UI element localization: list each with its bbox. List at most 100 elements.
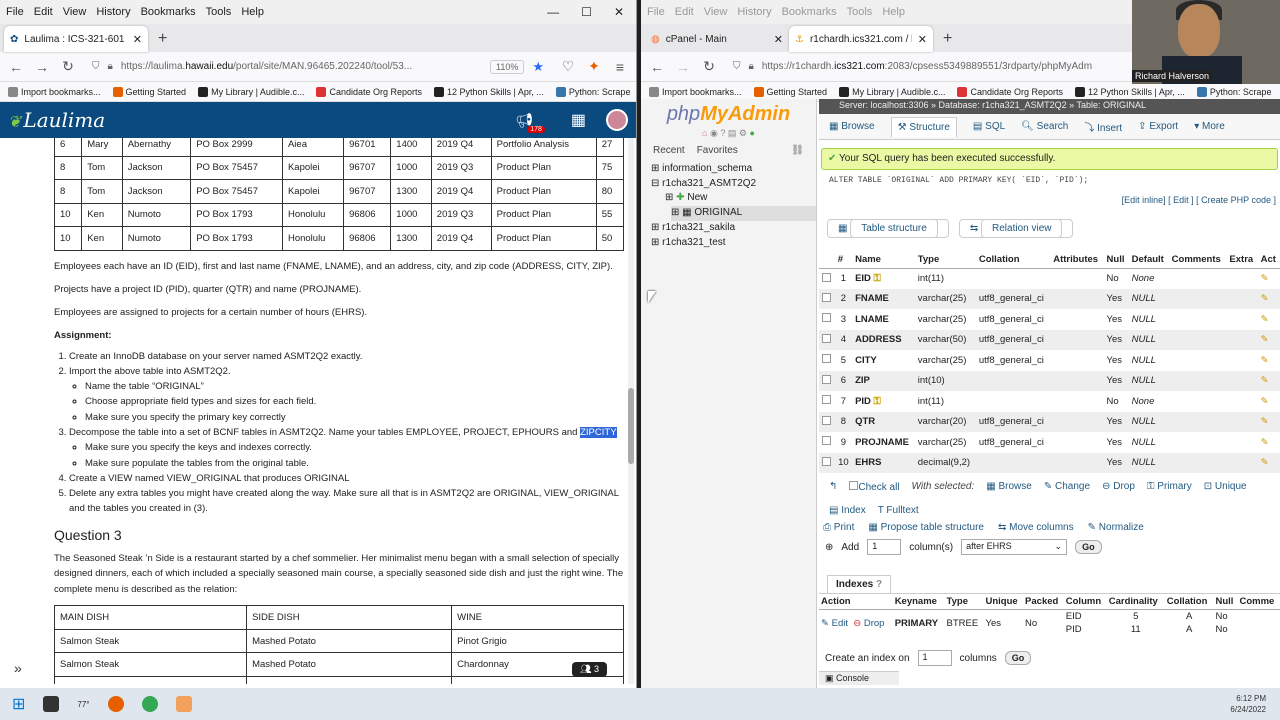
close-tab-icon[interactable]: ✕ bbox=[133, 33, 142, 46]
position-select[interactable]: after EHRS ⌄ bbox=[961, 539, 1068, 555]
bookmark-item[interactable]: Import bookmarks... bbox=[8, 86, 101, 97]
change-icon[interactable]: ✎ bbox=[1257, 329, 1280, 350]
tab-phpmyadmin[interactable]: ⚓︎ r1chardh.ics321.com / localhos ✕ bbox=[789, 26, 933, 52]
breadcrumb[interactable]: Server: localhost:3306 » Database: r1cha… bbox=[819, 99, 1280, 114]
favorites-tab[interactable]: Favorites bbox=[697, 145, 738, 156]
link-icon[interactable]: ⛓ bbox=[791, 145, 804, 156]
firefox-icon[interactable] bbox=[107, 696, 124, 712]
tree-item-original[interactable]: ⊞ ▦ ORIGINAL bbox=[671, 206, 816, 221]
action-browse[interactable]: ▦ Browse bbox=[986, 481, 1032, 493]
scroll-thumb[interactable] bbox=[628, 388, 634, 464]
shield-icon[interactable]: ⛉ bbox=[733, 61, 741, 72]
change-icon[interactable]: ✎ bbox=[1258, 268, 1280, 289]
task-view-icon[interactable] bbox=[43, 696, 60, 712]
tool-propose-table-structure[interactable]: ▦ Propose table structure bbox=[868, 522, 984, 533]
system-clock[interactable]: 6:12 PM 6/24/2022 bbox=[1230, 693, 1280, 715]
left-scrollbar[interactable] bbox=[628, 138, 634, 684]
forward-icon[interactable]: → bbox=[675, 59, 691, 75]
menu-history[interactable]: History bbox=[737, 6, 771, 18]
row-checkbox[interactable] bbox=[822, 456, 831, 466]
check-all[interactable]: Check all bbox=[849, 481, 900, 493]
pocket-icon[interactable]: ♡ bbox=[560, 58, 576, 75]
notifications-icon[interactable]: 📢︎178 bbox=[515, 112, 550, 133]
zoom-indicator[interactable]: 110% bbox=[489, 59, 525, 74]
create-index-go-button[interactable]: Go bbox=[1004, 651, 1032, 665]
menu-view[interactable]: View bbox=[63, 6, 87, 18]
tab-browse[interactable]: ▦ Browse bbox=[829, 121, 875, 132]
bookmark-item[interactable]: Getting Started bbox=[753, 86, 827, 97]
action-unique[interactable]: ⊡ Unique bbox=[1204, 481, 1247, 493]
change-icon[interactable]: ✎ bbox=[1258, 432, 1280, 453]
action-primary[interactable]: ⚿ Primary bbox=[1147, 481, 1192, 493]
bookmark-item[interactable]: My Library | Audible.c... bbox=[198, 86, 304, 97]
menu-help[interactable]: Help bbox=[882, 6, 905, 18]
action-change[interactable]: ✎ Change bbox=[1044, 481, 1090, 493]
menu-icon[interactable]: ≡ bbox=[612, 59, 628, 75]
settings-icon[interactable]: ⚙ bbox=[739, 128, 747, 138]
tab-insert[interactable]: ⤵ Insert bbox=[1084, 119, 1122, 134]
bookmark-item[interactable]: Python: Scrape bbox=[555, 86, 630, 97]
avatar[interactable] bbox=[606, 109, 628, 131]
action-drop[interactable]: ⊖ Drop bbox=[1102, 481, 1135, 493]
menu-edit[interactable]: Edit bbox=[675, 6, 694, 18]
tab-search[interactable]: 🔍︎ Search bbox=[1021, 121, 1068, 132]
recent-tab[interactable]: Recent bbox=[653, 145, 685, 156]
bookmark-item[interactable]: Python: Scrape bbox=[1196, 86, 1271, 97]
tab-more[interactable]: ▾ More bbox=[1194, 121, 1225, 132]
menu-file[interactable]: File bbox=[647, 6, 665, 18]
maximize-icon[interactable]: ☐ bbox=[581, 5, 592, 19]
extension-icon[interactable]: ✦ bbox=[586, 58, 602, 75]
change-icon[interactable]: ✎ bbox=[1257, 370, 1280, 391]
bookmark-item[interactable]: My Library | Audible.c... bbox=[839, 86, 945, 97]
menu-file[interactable]: File bbox=[6, 6, 24, 18]
close-icon[interactable]: ✕ bbox=[614, 5, 624, 19]
tool-print[interactable]: ⎙ Print bbox=[823, 522, 854, 533]
menu-view[interactable]: View bbox=[704, 6, 728, 18]
weather-widget[interactable]: 77° bbox=[77, 700, 89, 709]
add-count-input[interactable]: 1 bbox=[867, 539, 902, 555]
laulima-logo[interactable]: ❦ Laulima bbox=[8, 108, 107, 132]
tab-sql[interactable]: ▤ SQL bbox=[973, 121, 1005, 132]
change-icon[interactable]: ✎ bbox=[1258, 350, 1280, 371]
create-index-input[interactable]: 1 bbox=[917, 650, 952, 666]
reload-icon[interactable]: ↻ bbox=[701, 58, 717, 75]
row-checkbox[interactable] bbox=[822, 395, 831, 405]
index-edit-link[interactable]: ✎ Edit bbox=[821, 618, 848, 629]
menu-tools[interactable]: Tools bbox=[206, 6, 232, 18]
row-checkbox[interactable] bbox=[822, 354, 831, 364]
go-button[interactable]: Go bbox=[1075, 540, 1102, 554]
row-checkbox[interactable] bbox=[822, 374, 831, 384]
relation-view-tab[interactable]: ⇆ Relation view bbox=[958, 219, 1074, 238]
change-icon[interactable]: ✎ bbox=[1258, 391, 1280, 412]
menu-bookmarks[interactable]: Bookmarks bbox=[141, 6, 196, 18]
change-icon[interactable]: ✎ bbox=[1257, 288, 1280, 309]
tab-cpanel[interactable]: ◍ cPanel - Main ✕ bbox=[645, 26, 789, 52]
shield-icon[interactable]: ⛉ bbox=[92, 61, 100, 72]
help-icon[interactable]: ? bbox=[720, 128, 725, 138]
tool-move-columns[interactable]: ⇆ Move columns bbox=[998, 522, 1074, 533]
bookmark-item[interactable]: Import bookmarks... bbox=[649, 86, 742, 97]
back-icon[interactable]: ← bbox=[649, 59, 665, 75]
indexes-header[interactable]: Indexes ? bbox=[827, 575, 892, 593]
change-icon[interactable]: ✎ bbox=[1257, 452, 1280, 473]
tool-normalize[interactable]: ✎ Normalize bbox=[1088, 522, 1144, 533]
bookmark-item[interactable]: Getting Started bbox=[112, 86, 186, 97]
chat-button[interactable]: 👥︎ 3 bbox=[572, 662, 607, 677]
table-structure-tab[interactable]: ▦ Table structure bbox=[827, 219, 949, 238]
row-checkbox[interactable] bbox=[822, 436, 831, 446]
home-icon[interactable]: ⌂ bbox=[702, 128, 707, 138]
chrome-icon[interactable] bbox=[141, 696, 158, 712]
app-icon[interactable] bbox=[175, 696, 192, 712]
close-tab-icon[interactable]: ✕ bbox=[918, 33, 927, 46]
bookmark-star-icon[interactable]: ★ bbox=[532, 59, 544, 75]
menu-bookmarks[interactable]: Bookmarks bbox=[782, 6, 837, 18]
new-tab-icon[interactable]: + bbox=[148, 30, 177, 52]
bookmark-item[interactable]: 12 Python Skills | Apr, ... bbox=[434, 86, 544, 97]
expand-sidebar-icon[interactable]: » bbox=[14, 660, 22, 676]
logout-icon[interactable]: ◉ bbox=[710, 128, 718, 138]
docs-icon[interactable]: ▤ bbox=[728, 128, 737, 138]
tab-laulima[interactable]: ✿ Laulima : ICS-321-601 [MAN.96 ✕ bbox=[4, 26, 148, 52]
apps-grid-icon[interactable]: ▦ bbox=[571, 110, 586, 130]
index-drop-link[interactable]: ⊖ bbox=[853, 618, 861, 629]
phpmyadmin-logo[interactable]: phpMyAdmin bbox=[641, 103, 816, 126]
